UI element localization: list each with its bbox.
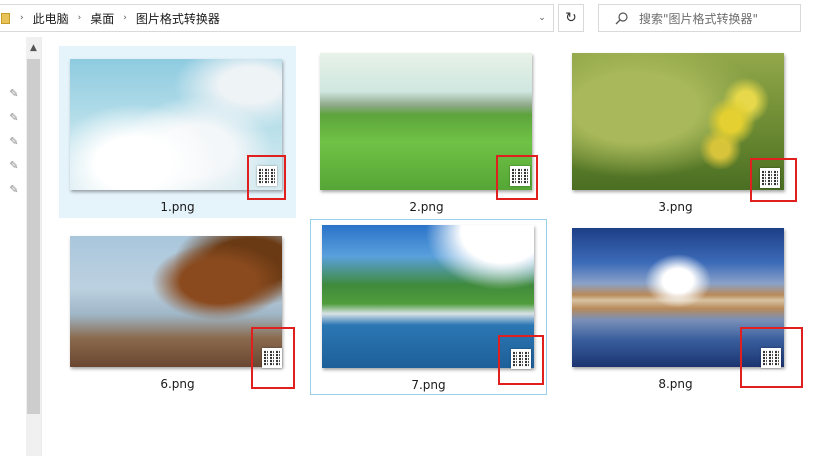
- scrollbar-thumb[interactable]: [27, 59, 40, 414]
- pin-icon[interactable]: ✎: [8, 87, 20, 101]
- file-item[interactable]: 6.png: [59, 219, 296, 395]
- file-view: 1.png 2.png 3.png 6.png 7.png 8.png: [42, 37, 817, 456]
- chevron-up-icon[interactable]: ▲: [26, 42, 41, 54]
- search-box[interactable]: 搜索"图片格式转换器": [598, 4, 801, 32]
- address-bar[interactable]: › 此电脑 › 桌面 › 图片格式转换器 ⌄: [0, 4, 554, 32]
- pin-icon[interactable]: ✎: [8, 135, 20, 149]
- breadcrumb-separator-icon[interactable]: ›: [123, 13, 127, 23]
- highlight-box: [496, 155, 538, 200]
- file-name: 2.png: [409, 200, 444, 214]
- file-item[interactable]: 3.png: [557, 46, 797, 218]
- search-input[interactable]: 搜索"图片格式转换器": [639, 10, 758, 27]
- file-name: 3.png: [658, 200, 693, 214]
- folder-icon: [1, 11, 11, 25]
- breadcrumb-this-pc[interactable]: 此电脑: [33, 10, 69, 27]
- breadcrumb-separator-icon[interactable]: ›: [78, 13, 82, 23]
- file-name: 8.png: [658, 377, 693, 391]
- file-name: 7.png: [411, 378, 446, 392]
- breadcrumb-current-folder[interactable]: 图片格式转换器: [136, 10, 220, 27]
- pin-icon[interactable]: ✎: [8, 159, 20, 173]
- file-name: 1.png: [160, 200, 195, 214]
- file-item[interactable]: 1.png: [59, 46, 296, 218]
- highlight-box: [247, 155, 286, 200]
- breadcrumb-desktop[interactable]: 桌面: [90, 10, 114, 27]
- address-toolbar: › 此电脑 › 桌面 › 图片格式转换器 ⌄ ↻ 搜索"图片格式转换器": [0, 0, 817, 37]
- file-item[interactable]: 2.png: [308, 46, 545, 218]
- navigation-scrollbar[interactable]: ▲: [26, 37, 41, 456]
- breadcrumb-separator-icon[interactable]: ›: [20, 13, 24, 23]
- pin-icon[interactable]: ✎: [8, 111, 20, 125]
- search-icon: [613, 10, 629, 26]
- pin-icon[interactable]: ✎: [8, 183, 20, 197]
- file-item[interactable]: 8.png: [557, 219, 803, 395]
- highlight-box: [750, 158, 797, 202]
- navigation-pane: ✎ ✎ ✎ ✎ ✎: [0, 37, 26, 456]
- refresh-icon: ↻: [565, 10, 577, 26]
- refresh-button[interactable]: ↻: [558, 4, 584, 32]
- file-name: 6.png: [160, 377, 195, 391]
- file-item[interactable]: 7.png: [310, 219, 547, 395]
- chevron-down-icon[interactable]: ⌄: [531, 5, 553, 31]
